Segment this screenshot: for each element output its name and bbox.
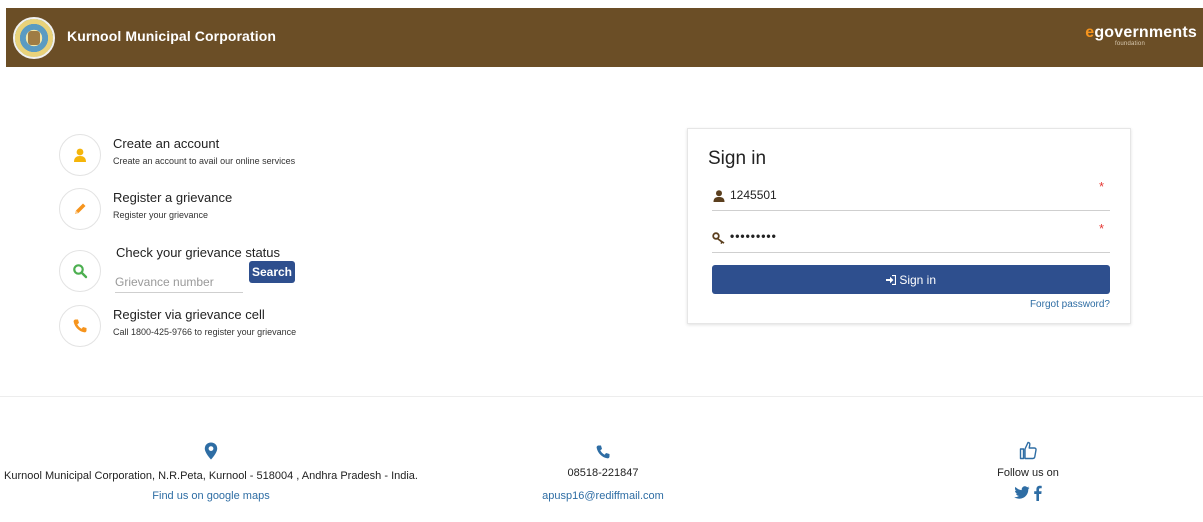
signin-button-label: Sign in <box>899 272 937 287</box>
signin-button[interactable]: Sign in <box>712 265 1110 294</box>
grievance-number-input[interactable] <box>115 271 243 293</box>
register-grievance-title: Register a grievance <box>113 190 233 205</box>
password-value: ••••••••• <box>730 229 777 243</box>
username-field[interactable]: 1245501 * <box>712 179 1110 211</box>
password-field[interactable]: ••••••••• * <box>712 221 1110 253</box>
pencil-icon <box>75 203 86 214</box>
grievance-cell-subtitle: Call 1800-425-9766 to register your grie… <box>113 327 297 337</box>
org-name[interactable]: Kurnool Municipal Corporation <box>67 28 276 44</box>
egov-sub: foundation <box>1114 41 1145 47</box>
phone-icon-circle <box>59 305 101 347</box>
forgot-password-link[interactable]: Forgot password? <box>1030 299 1110 310</box>
user-icon <box>713 190 725 202</box>
footer-contact-col: 08518-221847 apusp16@rediffmail.com <box>513 444 693 502</box>
map-marker-icon <box>204 442 218 460</box>
footer-social-col: Follow us on <box>968 440 1088 501</box>
footer-phone: 08518-221847 <box>567 467 639 479</box>
key-icon <box>712 232 725 244</box>
search-button[interactable]: Search <box>249 261 295 283</box>
egov-prefix: e <box>1085 24 1095 41</box>
signin-title: Sign in <box>708 148 767 169</box>
signin-card: Sign in 1245501 * ••••••••• * Sign in Fo… <box>687 128 1131 324</box>
footer-address: Kurnool Municipal Corporation, N.R.Peta,… <box>4 470 418 482</box>
create-account-title: Create an account <box>113 136 220 151</box>
sign-in-icon <box>885 274 897 285</box>
egov-main: governments <box>1094 24 1197 41</box>
emblem-logo[interactable] <box>13 17 55 59</box>
footer-address-col: Kurnool Municipal Corporation, N.R.Peta,… <box>0 442 422 502</box>
emblem-center <box>28 31 40 45</box>
required-mark: * <box>1098 179 1104 194</box>
footer-divider <box>0 396 1203 397</box>
top-bar: Kurnool Municipal Corporation egovernmen… <box>0 0 1203 70</box>
pencil-icon-circle <box>59 188 101 230</box>
footer-email-link[interactable]: apusp16@rediffmail.com <box>513 490 693 502</box>
register-grievance-subtitle: Register your grievance <box>113 210 209 220</box>
phone-icon <box>596 445 610 459</box>
user-icon-circle <box>59 134 101 176</box>
username-value: 1245501 <box>730 188 777 202</box>
grievance-cell-title: Register via grievance cell <box>113 307 265 322</box>
follow-us-label: Follow us on <box>997 467 1059 479</box>
create-account-subtitle: Create an account to avail our online se… <box>113 156 296 166</box>
required-mark: * <box>1098 221 1104 236</box>
check-status-title: Check your grievance status <box>116 245 281 260</box>
user-icon <box>74 148 86 162</box>
site-header: Kurnool Municipal Corporation egovernmen… <box>6 8 1203 67</box>
search-icon-circle <box>59 250 101 292</box>
egovernments-logo[interactable]: egovernments foundation <box>1085 24 1197 47</box>
thumbs-up-icon <box>1019 441 1037 460</box>
facebook-icon[interactable] <box>1033 485 1042 501</box>
google-maps-link[interactable]: Find us on google maps <box>0 490 422 502</box>
social-icons <box>968 485 1088 501</box>
search-icon <box>73 264 88 279</box>
phone-icon <box>73 319 87 333</box>
twitter-icon[interactable] <box>1014 486 1030 500</box>
